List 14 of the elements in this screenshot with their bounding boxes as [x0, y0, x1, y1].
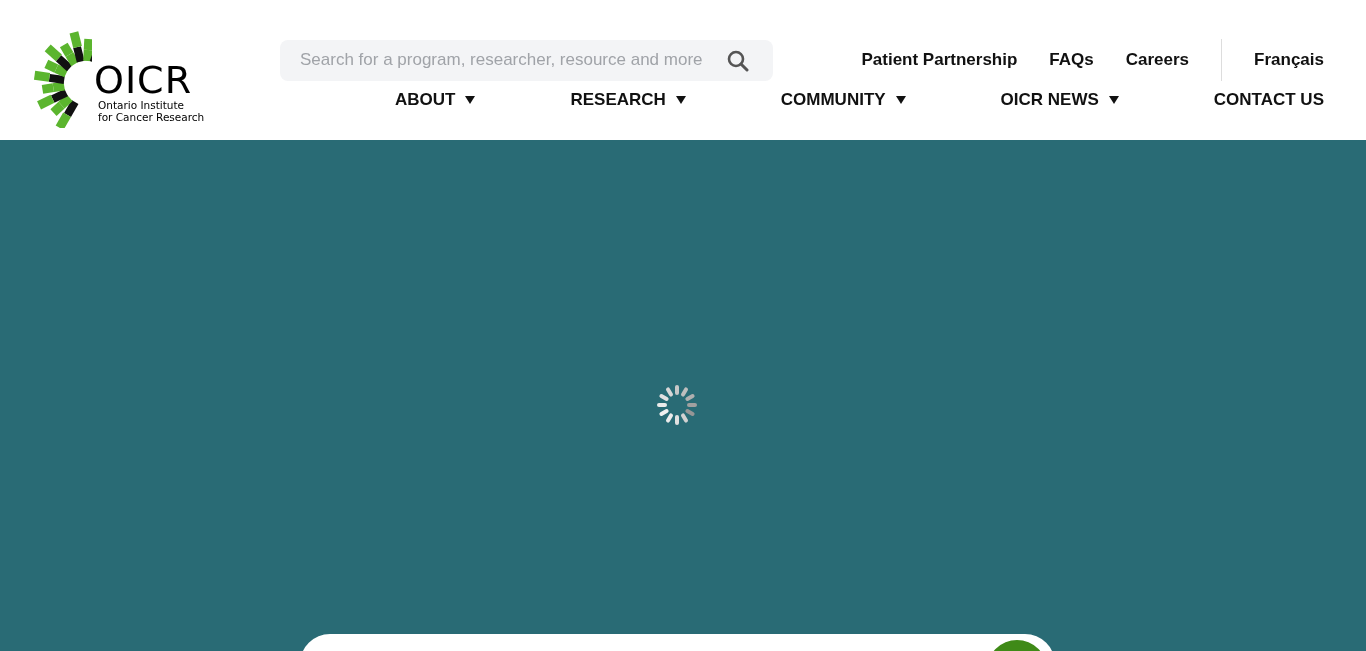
nav-link[interactable]: ABOUT — [395, 87, 476, 113]
logo-tagline: Ontario Institute — [98, 99, 186, 112]
logo-wordmark: OICR — [94, 61, 194, 100]
header-link[interactable]: FAQs — [1049, 47, 1094, 73]
nav-link[interactable]: COMMUNITY — [780, 87, 906, 113]
nav-link[interactable]: OICR NEWS — [1000, 87, 1119, 113]
nav-link[interactable]: RESEARCH — [570, 87, 686, 113]
logo-tagline: for Cancer Research — [98, 111, 205, 124]
nav-link[interactable]: CONTACT US — [1213, 87, 1324, 113]
search-icon — [727, 49, 749, 72]
header-link[interactable]: Careers — [1125, 47, 1190, 73]
search-field[interactable]: Search for a program, researcher, resource and more — [280, 39, 773, 81]
header-link[interactable]: Patient Partnership — [861, 47, 1018, 73]
language-link[interactable]: Français — [1254, 47, 1324, 73]
